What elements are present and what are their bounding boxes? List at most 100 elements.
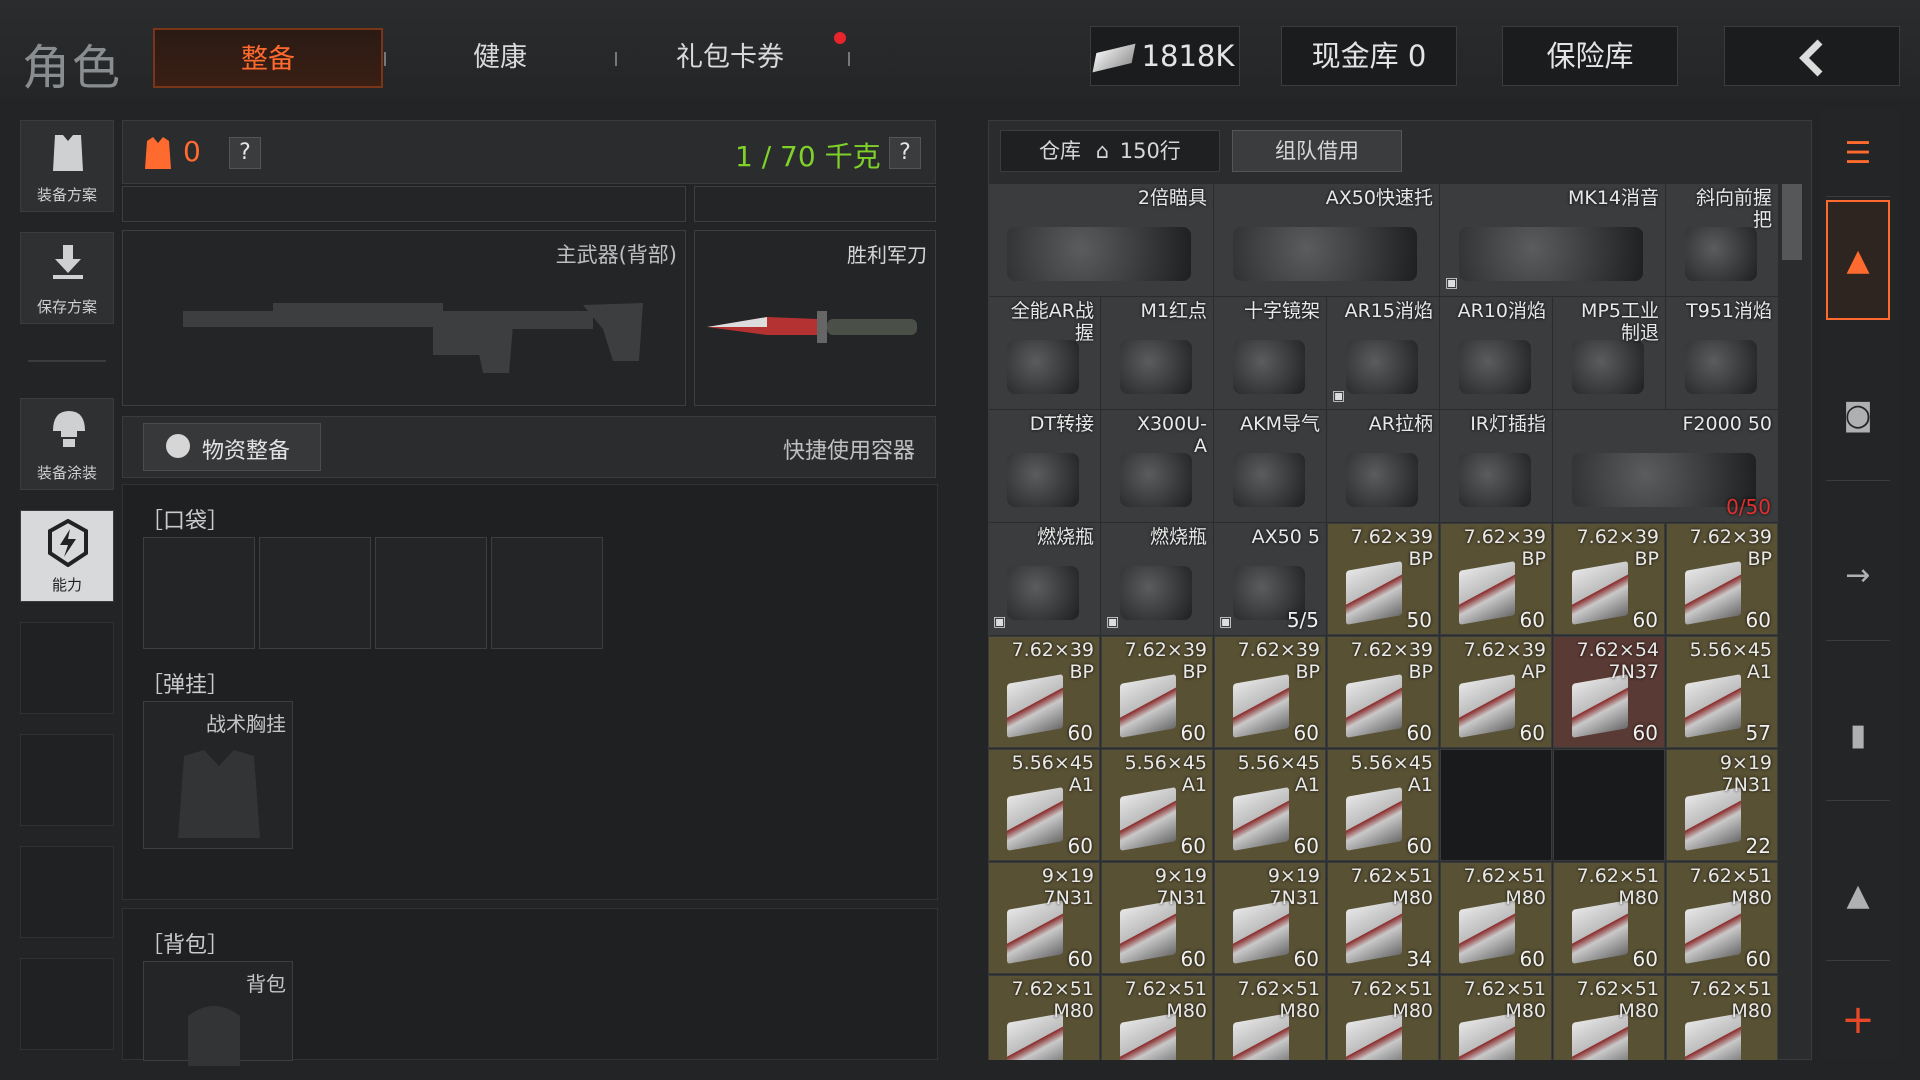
inventory-cell[interactable]: AX50快速托 [1214, 184, 1439, 296]
inventory-cell[interactable]: M1红点 [1101, 297, 1213, 409]
inventory-cell[interactable]: 7.62×54 7N37 60 [1553, 636, 1665, 748]
back-button[interactable] [1724, 26, 1900, 86]
inventory-cell[interactable]: 7.62×39 BP 60 [1666, 523, 1778, 635]
inventory-cell[interactable]: 7.62×39 BP 50 [1327, 523, 1439, 635]
inventory-cell[interactable]: 7.62×51 M80 34 [1327, 862, 1439, 974]
inventory-cell[interactable]: 7.62×39 BP 60 [1327, 636, 1439, 748]
inventory-cell[interactable]: 9×19 7N31 60 [1214, 862, 1326, 974]
inventory-cell[interactable]: 7.62×51 M80 [1327, 975, 1439, 1060]
equipment-skin-button[interactable]: 装备涂装 [20, 398, 114, 490]
inventory-scrollbar[interactable] [1782, 184, 1802, 260]
item-count: 57 [1745, 721, 1771, 745]
inventory-cell[interactable]: 7.62×51 M80 [988, 975, 1100, 1060]
item-name: T951消焰 [1686, 300, 1772, 322]
inventory-cell[interactable]: 燃烧瓶 ▣ [1101, 523, 1213, 635]
rail-warehouse-button[interactable]: ▲ [1826, 200, 1890, 320]
item-count: 60 [1632, 608, 1658, 632]
inventory-cell[interactable]: AR10消焰 [1440, 297, 1552, 409]
inventory-cell[interactable]: 十字镜架 [1214, 297, 1326, 409]
save-plan-button[interactable]: 保存方案 [20, 232, 114, 324]
inventory-cell[interactable]: 7.62×39 BP 60 [1101, 636, 1213, 748]
inventory-cell[interactable]: 7.62×51 M80 [1440, 975, 1552, 1060]
item-name: AR拉柄 [1368, 413, 1433, 435]
inventory-cell[interactable]: 7.62×51 M80 [1214, 975, 1326, 1060]
inventory-cell[interactable]: T951消焰 [1666, 297, 1778, 409]
inventory-cell[interactable]: 5.56×45 A1 60 [988, 749, 1100, 861]
pocket-slot[interactable] [143, 537, 255, 649]
pocket-slot[interactable] [491, 537, 603, 649]
tab-health[interactable]: 健康 [420, 28, 580, 88]
inventory-cell[interactable]: MK14消音 ▣ [1440, 184, 1665, 296]
inventory-cell[interactable]: 9×19 7N31 22 [1666, 749, 1778, 861]
rail-bullet-button[interactable]: ▲ [1826, 830, 1890, 961]
tab-team-borrow[interactable]: 组队借用 [1232, 130, 1402, 172]
tab-gift-coupons[interactable]: 礼包卡券 [640, 28, 820, 88]
empty-inventory-cell[interactable] [1440, 749, 1552, 861]
inventory-cell[interactable]: 7.62×39 BP 60 [988, 636, 1100, 748]
inventory-cell[interactable]: X300U- A [1101, 410, 1213, 522]
inventory-cell[interactable]: 5.56×45 A1 60 [1214, 749, 1326, 861]
inventory-cell[interactable]: 5.56×45 A1 60 [1101, 749, 1213, 861]
empty-inventory-cell[interactable] [1553, 749, 1665, 861]
ability-button[interactable]: 能力 [20, 510, 114, 602]
pocket-slot[interactable] [259, 537, 371, 649]
empty-sidebar-slot [20, 958, 114, 1050]
inventory-cell[interactable]: 7.62×39 BP 60 [1553, 523, 1665, 635]
rail-magazine-button[interactable]: ▮ [1826, 670, 1890, 801]
chest-rig-slot[interactable]: 战术胸挂 [143, 701, 293, 849]
safe-button[interactable]: 保险库 [1502, 26, 1678, 86]
inventory-cell[interactable]: 9×19 7N31 60 [1101, 862, 1213, 974]
inventory-cell[interactable]: 全能AR战握 [988, 297, 1100, 409]
cash-vault-button[interactable]: 现金库 0 [1281, 26, 1457, 86]
inventory-cell[interactable]: 燃烧瓶 ▣ [988, 523, 1100, 635]
ammo-box-icon [1685, 561, 1741, 625]
inventory-cell[interactable]: AX50 5 5/5 ▣ [1214, 523, 1326, 635]
item-name: 9×19 [1154, 865, 1207, 887]
item-subname: M80 [1618, 1000, 1659, 1022]
cash-icon [1092, 43, 1136, 73]
inventory-cell[interactable]: MP5工业 制退 [1553, 297, 1665, 409]
melee-weapon-slot[interactable]: 胜利军刀 [694, 230, 936, 406]
weight-help-button[interactable]: ? [889, 137, 921, 169]
inventory-cell[interactable]: 7.62×51 M80 60 [1553, 862, 1665, 974]
item-count: 22 [1745, 834, 1771, 858]
supply-bar: 物资整备 快捷使用容器 [122, 416, 936, 478]
inventory-cell[interactable]: AKM导气 [1214, 410, 1326, 522]
item-count: 60 [1745, 947, 1771, 971]
inventory-cell[interactable]: 斜向前握把 [1666, 184, 1778, 296]
quick-use-container-button[interactable]: 快捷使用容器 [783, 433, 915, 465]
inventory-cell[interactable]: DT转接 [988, 410, 1100, 522]
inventory-cell[interactable]: IR灯插指 [1440, 410, 1552, 522]
rail-add-button[interactable]: + [1826, 990, 1890, 1050]
inventory-cell[interactable]: F2000 50 0/50 [1553, 410, 1778, 522]
primary-weapon-slot[interactable]: 主武器(背部) [122, 230, 686, 406]
rail-stack-button[interactable]: ☰ [1826, 110, 1890, 197]
supply-loadout-button[interactable]: 物资整备 [143, 423, 321, 471]
item-icon [1233, 227, 1417, 281]
inventory-cell[interactable]: 5.56×45 A1 57 [1666, 636, 1778, 748]
rail-rifle-button[interactable]: → [1826, 510, 1890, 641]
backpack-slot[interactable]: 背包 [143, 961, 293, 1066]
inventory-cell[interactable]: AR15消焰 ▣ [1327, 297, 1439, 409]
rail-helmet-button[interactable]: ◙ [1826, 350, 1890, 481]
inventory-cell[interactable]: 7.62×39 BP 60 [1214, 636, 1326, 748]
inventory-cell[interactable]: 9×19 7N31 60 [988, 862, 1100, 974]
inventory-cell[interactable]: 7.62×51 M80 60 [1666, 862, 1778, 974]
tab-equip[interactable]: 整备 [153, 28, 383, 88]
inventory-cell[interactable]: AR拉柄 [1327, 410, 1439, 522]
item-subname: M80 [1731, 1000, 1772, 1022]
inventory-cell[interactable]: 7.62×51 M80 60 [1440, 862, 1552, 974]
pocket-slot[interactable] [375, 537, 487, 649]
tab-warehouse[interactable]: 仓库 ⌂ 150行 [1000, 130, 1220, 172]
inventory-cell[interactable]: 7.62×51 M80 [1101, 975, 1213, 1060]
inventory-cell[interactable]: 5.56×45 A1 60 [1327, 749, 1439, 861]
inventory-cell[interactable]: 7.62×51 M80 [1666, 975, 1778, 1060]
inventory-cell[interactable]: 7.62×39 BP 60 [1440, 523, 1552, 635]
inventory-cell[interactable]: 2倍瞄具 [988, 184, 1213, 296]
loadout-plan-button[interactable]: 装备方案 [20, 120, 114, 212]
item-name: 7.62×39 [1237, 639, 1320, 661]
armor-help-button[interactable]: ? [229, 137, 261, 169]
inventory-cell[interactable]: 7.62×39 AP 60 [1440, 636, 1552, 748]
backpack-icon [188, 1006, 240, 1066]
inventory-cell[interactable]: 7.62×51 M80 [1553, 975, 1665, 1060]
